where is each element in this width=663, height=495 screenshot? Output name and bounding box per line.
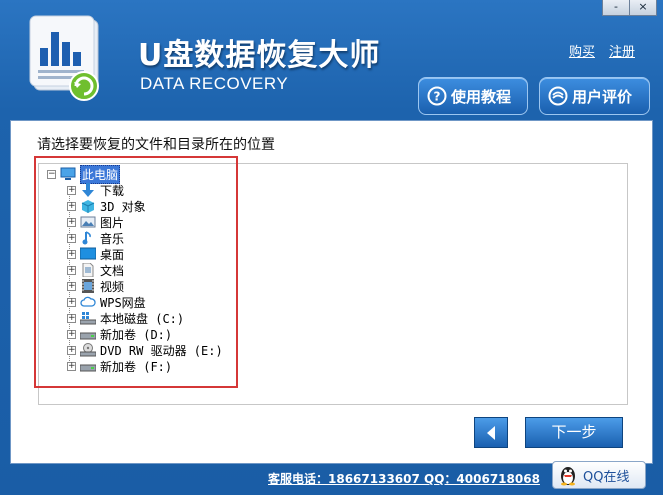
dvd-drive-icon bbox=[80, 343, 96, 357]
expand-toggle[interactable]: + bbox=[67, 249, 76, 259]
help-icon: ? bbox=[427, 86, 447, 106]
tree-node-label: 音乐 bbox=[100, 231, 125, 246]
tree-node-documents[interactable]: + 文档 bbox=[47, 262, 237, 278]
tree-node-downloads[interactable]: + 下载 bbox=[47, 182, 237, 198]
app-window: - × U盘数据恢复大师 DATA RECOVERY 购买 注册 ? 使用教程 … bbox=[0, 0, 663, 495]
computer-icon bbox=[60, 167, 76, 180]
app-title: U盘数据恢复大师 bbox=[138, 38, 381, 73]
tree-node-wps-cloud[interactable]: + WPS网盘 bbox=[47, 294, 237, 310]
top-links: 购买 注册 bbox=[569, 41, 635, 60]
qq-online-label: QQ在线 bbox=[583, 469, 630, 485]
tree-node-drive-f[interactable]: + 新加卷 (F:) bbox=[47, 358, 237, 374]
documents-icon bbox=[82, 263, 94, 277]
tutorial-button[interactable]: ? 使用教程 bbox=[418, 77, 528, 115]
system-drive-icon bbox=[80, 312, 96, 325]
tree-node-3d-objects[interactable]: + 3D 对象 bbox=[47, 198, 237, 214]
support-contact: 客服电话：18667133607 QQ：4006718068 bbox=[268, 472, 540, 486]
tree-node-label: 新加卷 (F:) bbox=[100, 359, 173, 374]
music-icon bbox=[82, 231, 91, 245]
window-controls: - × bbox=[602, 0, 657, 16]
close-button[interactable]: × bbox=[629, 0, 657, 16]
folder-tree: − 此电脑 + 下载 + 3D 对象 + 图片 + 音乐 + 桌面 + 文档 +… bbox=[47, 164, 237, 374]
tree-node-pictures[interactable]: + 图片 bbox=[47, 214, 237, 230]
tree-node-label: 视频 bbox=[100, 279, 125, 294]
expand-toggle[interactable]: + bbox=[67, 345, 76, 355]
header: - × U盘数据恢复大师 DATA RECOVERY 购买 注册 ? 使用教程 … bbox=[0, 0, 663, 118]
tree-node-this-pc[interactable]: − 此电脑 bbox=[47, 164, 237, 184]
back-arrow-icon bbox=[487, 425, 495, 440]
tree-node-label: 图片 bbox=[100, 215, 125, 230]
app-logo-icon bbox=[29, 15, 99, 101]
desktop-icon bbox=[80, 247, 96, 260]
expand-toggle[interactable]: + bbox=[67, 217, 76, 227]
cloud-drive-icon bbox=[80, 296, 96, 307]
expand-toggle[interactable]: + bbox=[67, 329, 76, 339]
location-prompt: 请选择要恢复的文件和目录所在的位置 bbox=[37, 137, 275, 153]
download-folder-icon bbox=[82, 183, 94, 197]
qq-penguin-icon bbox=[561, 467, 575, 486]
expand-toggle[interactable]: + bbox=[67, 297, 76, 307]
location-panel: 请选择要恢复的文件和目录所在的位置 − 此电脑 + 下载 + 3D 对象 + 图… bbox=[10, 120, 653, 464]
expand-toggle[interactable]: + bbox=[67, 361, 76, 371]
tree-node-drive-d[interactable]: + 新加卷 (D:) bbox=[47, 326, 237, 342]
folder-tree-box[interactable]: − 此电脑 + 下载 + 3D 对象 + 图片 + 音乐 + 桌面 + 文档 +… bbox=[38, 163, 628, 405]
tree-node-videos[interactable]: + 视频 bbox=[47, 278, 237, 294]
next-button[interactable]: 下一步 bbox=[525, 417, 623, 448]
tree-node-label: 3D 对象 bbox=[100, 199, 146, 214]
reviews-icon bbox=[548, 86, 568, 106]
buy-link[interactable]: 购买 bbox=[569, 41, 595, 60]
register-link[interactable]: 注册 bbox=[609, 41, 635, 60]
drive-icon bbox=[80, 332, 96, 340]
expand-toggle[interactable]: + bbox=[67, 313, 76, 323]
back-button[interactable] bbox=[474, 417, 508, 448]
tree-node-desktop[interactable]: + 桌面 bbox=[47, 246, 237, 262]
expand-toggle[interactable]: + bbox=[67, 201, 76, 211]
tree-node-label: 新加卷 (D:) bbox=[100, 327, 173, 342]
tutorial-button-label: 使用教程 bbox=[451, 87, 512, 106]
tree-node-label: 本地磁盘 (C:) bbox=[100, 311, 185, 326]
expand-toggle[interactable]: + bbox=[67, 233, 76, 243]
minimize-button[interactable]: - bbox=[602, 0, 630, 16]
tree-node-label: 下载 bbox=[100, 183, 125, 198]
tree-node-label: 桌面 bbox=[100, 247, 125, 262]
svg-text:?: ? bbox=[434, 90, 441, 104]
reviews-button-label: 用户评价 bbox=[572, 87, 633, 106]
tree-node-music[interactable]: + 音乐 bbox=[47, 230, 237, 246]
tree-node-label: WPS网盘 bbox=[100, 295, 146, 310]
3d-objects-icon bbox=[81, 200, 95, 213]
app-subtitle: DATA RECOVERY bbox=[140, 74, 289, 93]
expand-toggle[interactable]: + bbox=[67, 185, 76, 195]
reviews-button[interactable]: 用户评价 bbox=[539, 77, 650, 115]
tree-node-label: DVD RW 驱动器 (E:) bbox=[100, 343, 223, 358]
qq-online-button[interactable]: QQ在线 bbox=[552, 461, 646, 489]
tree-node-drive-c[interactable]: + 本地磁盘 (C:) bbox=[47, 310, 237, 326]
pictures-icon bbox=[80, 216, 96, 228]
collapse-toggle[interactable]: − bbox=[47, 169, 56, 179]
videos-icon bbox=[82, 279, 94, 293]
expand-toggle[interactable]: + bbox=[67, 265, 76, 275]
drive-icon bbox=[80, 364, 96, 372]
expand-toggle[interactable]: + bbox=[67, 281, 76, 291]
tree-node-drive-e[interactable]: + DVD RW 驱动器 (E:) bbox=[47, 342, 237, 358]
tree-node-label: 文档 bbox=[100, 263, 125, 278]
